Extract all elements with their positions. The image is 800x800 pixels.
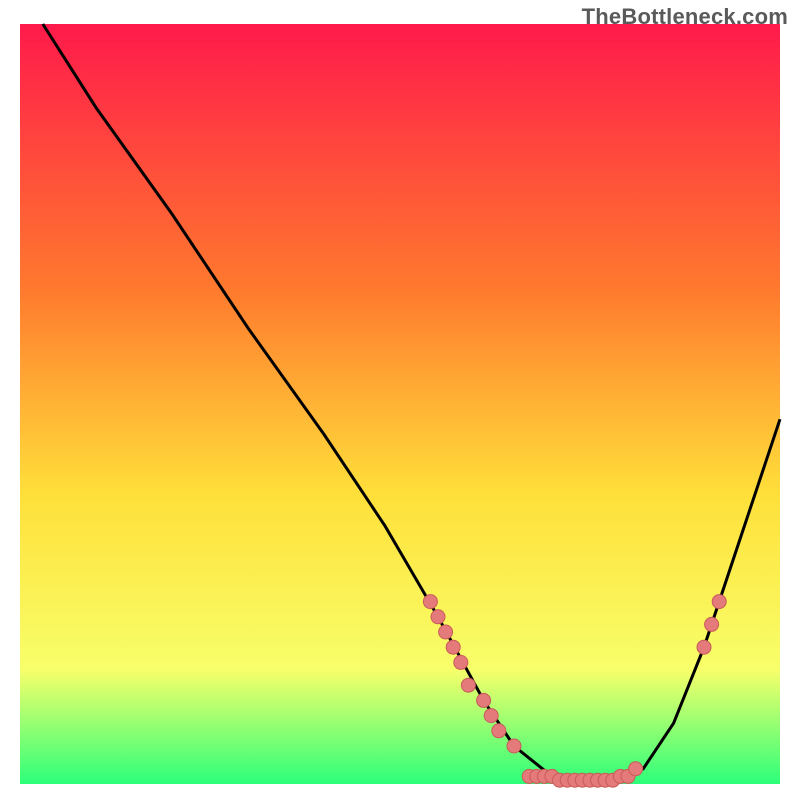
data-point-marker [712,595,726,609]
data-point-marker [446,640,460,654]
data-point-marker [477,693,491,707]
data-point-marker [492,724,506,738]
data-point-marker [697,640,711,654]
data-point-marker [454,655,468,669]
data-point-marker [439,625,453,639]
data-point-marker [423,595,437,609]
data-point-marker [705,617,719,631]
data-point-marker [507,739,521,753]
data-point-marker [461,678,475,692]
chart-container: TheBottleneck.com [0,0,800,800]
data-point-marker [431,610,445,624]
chart-svg [20,24,780,784]
gradient-background [20,24,780,784]
data-point-marker [629,762,643,776]
data-point-marker [484,709,498,723]
